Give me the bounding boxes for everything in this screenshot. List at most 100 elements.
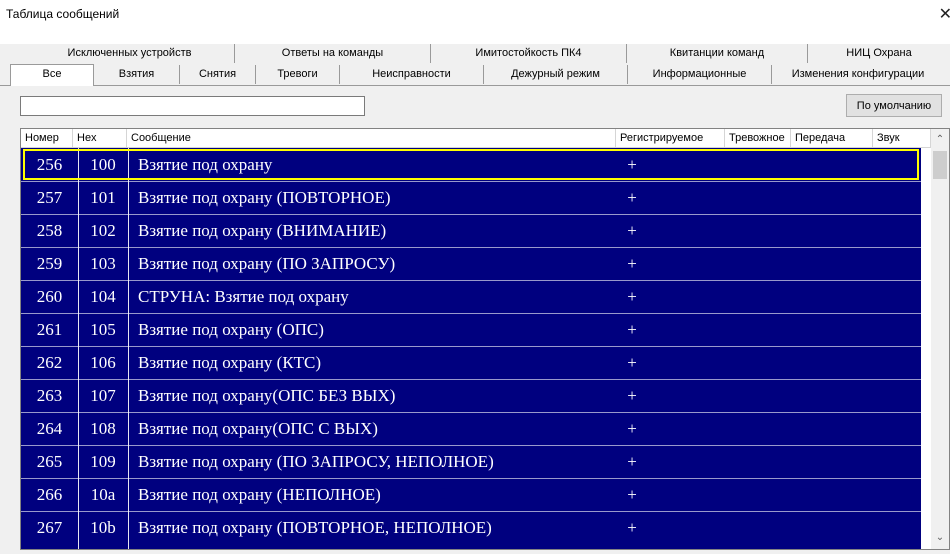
cell-message: Взятие под охрану (ОПС) xyxy=(138,320,324,339)
row-divider xyxy=(21,412,921,413)
table-row[interactable]: 257 101 Взятие под охрану (ПОВТОРНОЕ) + xyxy=(21,181,921,214)
scroll-thumb[interactable] xyxy=(933,151,947,179)
cell-hex: 10b xyxy=(90,518,116,537)
table-row[interactable]: 260 104 СТРУНА: Взятие под охрану + xyxy=(21,280,921,313)
cell-message: Взятие под охрану (ВНИМАНИЕ) xyxy=(138,221,387,240)
cell-number: 265 xyxy=(36,452,63,471)
tab-row-1: Исключенных устройств Ответы на команды … xyxy=(0,44,950,64)
tab-command-receipts[interactable]: Квитанции команд xyxy=(627,44,808,63)
table-row[interactable]: 266 10a Взятие под охрану (НЕПОЛНОЕ) + xyxy=(21,478,921,511)
tab-informational[interactable]: Информационные xyxy=(628,65,772,84)
chevron-up-icon[interactable]: ⌃ xyxy=(931,131,949,148)
col-number[interactable]: Номер xyxy=(21,129,73,147)
cell-number: 256 xyxy=(36,155,63,174)
table-row[interactable]: 265 109 Взятие под охрану (ПО ЗАПРОСУ, НЕП… xyxy=(21,445,921,478)
cell-number: 263 xyxy=(36,386,63,405)
cell-number: 264 xyxy=(36,419,63,438)
table-row[interactable]: 256 100 Взятие под охрану + xyxy=(21,148,921,181)
tab-duty-mode[interactable]: Дежурный режим xyxy=(484,65,628,84)
cell-number: 262 xyxy=(36,353,63,372)
tab-all[interactable]: Все xyxy=(10,64,94,86)
cell-registered: + xyxy=(627,221,637,240)
col-registered[interactable]: Регистрируемое xyxy=(616,129,725,147)
tab-arming[interactable]: Взятия xyxy=(94,65,180,84)
table-header: Номер Hex Сообщение Регистрируемое Трево… xyxy=(21,129,931,148)
cell-message: Взятие под охрану (НЕПОЛНОЕ) xyxy=(138,485,381,504)
tab-excluded-devices[interactable]: Исключенных устройств xyxy=(25,44,235,63)
cell-registered: + xyxy=(627,485,637,504)
row-divider xyxy=(21,346,921,347)
table-row[interactable]: 259 103 Взятие под охрану (ПО ЗАПРОСУ) + xyxy=(21,247,921,280)
cell-number: 261 xyxy=(36,320,63,339)
cell-registered: + xyxy=(627,452,637,471)
cell-hex: 108 xyxy=(90,419,116,438)
messages-table: Номер Hex Сообщение Регистрируемое Трево… xyxy=(20,128,950,550)
cell-registered: + xyxy=(627,386,637,405)
cell-registered: + xyxy=(627,287,637,306)
cell-number: 266 xyxy=(36,485,63,504)
cell-registered: + xyxy=(627,518,637,537)
table-row[interactable]: 264 108 Взятие под охрану(ОПС С ВЫХ) + xyxy=(21,412,921,445)
tab-command-responses[interactable]: Ответы на команды xyxy=(235,44,431,63)
cell-hex: 101 xyxy=(90,188,116,207)
cell-hex: 107 xyxy=(90,386,116,405)
table-row[interactable]: 261 105 Взятие под охрану (ОПС) + xyxy=(21,313,921,346)
cell-message: Взятие под охрану xyxy=(138,155,273,174)
tab-config-changes[interactable]: Изменения конфигурации xyxy=(772,65,944,84)
default-button[interactable]: По умолчанию xyxy=(846,94,942,117)
table-row[interactable]: 267 10b Взятие под охрану (ПОВТОРНОЕ, НЕПО… xyxy=(21,511,921,544)
cell-number: 257 xyxy=(36,188,63,207)
window-title: Таблица сообщений xyxy=(6,7,120,21)
row-divider xyxy=(21,313,921,314)
table-row[interactable]: 262 106 Взятие под охрану (КТС) + xyxy=(21,346,921,379)
row-divider xyxy=(21,511,921,512)
cell-hex: 10a xyxy=(90,485,116,504)
cell-hex: 105 xyxy=(90,320,116,339)
tab-faults[interactable]: Неисправности xyxy=(340,65,484,84)
cell-hex: 104 xyxy=(90,287,116,306)
cell-message: Взятие под охрану (ПО ЗАПРОСУ) xyxy=(138,254,396,273)
chevron-down-icon[interactable]: ⌄ xyxy=(931,529,949,546)
row-divider xyxy=(21,445,921,446)
cell-number: 267 xyxy=(36,518,63,537)
row-divider xyxy=(21,280,921,281)
tab-pk4-resistance[interactable]: Имитостойкость ПК4 xyxy=(431,44,627,63)
cell-hex: 103 xyxy=(90,254,116,273)
tab-nic-okhrana[interactable]: НИЦ Охрана xyxy=(808,44,950,63)
cell-number: 258 xyxy=(36,221,63,240)
cell-message: Взятие под охрану (КТС) xyxy=(138,353,322,372)
table-row[interactable]: 258 102 Взятие под охрану (ВНИМАНИЕ) + xyxy=(21,214,921,247)
col-transmit[interactable]: Передача xyxy=(791,129,873,147)
cell-hex: 100 xyxy=(90,155,116,174)
vertical-scrollbar[interactable]: ⌃ ⌄ xyxy=(931,129,949,549)
row-divider xyxy=(21,181,921,182)
col-hex[interactable]: Hex xyxy=(73,129,127,147)
row-divider xyxy=(21,214,921,215)
row-divider xyxy=(21,478,921,479)
table-body: 256 100 Взятие под охрану +257 101 Взятие под… xyxy=(21,148,921,549)
cell-registered: + xyxy=(627,254,637,273)
cell-registered: + xyxy=(627,353,637,372)
cell-message: Взятие под охрану (ПОВТОРНОЕ, НЕПОЛНОЕ) xyxy=(138,518,492,537)
cell-registered: + xyxy=(627,419,637,438)
col-message[interactable]: Сообщение xyxy=(127,129,616,147)
title-bar: Таблица сообщений ✕ xyxy=(0,0,950,30)
cell-message: Взятие под охрану(ОПС С ВЫХ) xyxy=(138,419,378,438)
cell-number: 260 xyxy=(36,287,63,306)
cell-hex: 102 xyxy=(90,221,116,240)
tab-content: По умолчанию Номер Hex Сообщение Регистр… xyxy=(0,88,950,554)
row-divider xyxy=(21,247,921,248)
close-icon[interactable]: ✕ xyxy=(939,4,950,24)
col-alarm[interactable]: Тревожное xyxy=(725,129,791,147)
cell-registered: + xyxy=(627,320,637,339)
col-sound[interactable]: Звук xyxy=(873,129,931,147)
tab-disarming[interactable]: Снятия xyxy=(180,65,256,84)
table-row[interactable]: 263 107 Взятие под охрану(ОПС БЕЗ ВЫХ) + xyxy=(21,379,921,412)
cell-number: 259 xyxy=(36,254,63,273)
tab-row-2: Все Взятия Снятия Тревоги Неисправности … xyxy=(0,64,950,86)
cell-registered: + xyxy=(627,155,637,174)
cell-message: Взятие под охрану (ПО ЗАПРОСУ, НЕПОЛНОЕ) xyxy=(138,452,494,471)
filter-input[interactable] xyxy=(20,96,365,116)
tab-alarms[interactable]: Тревоги xyxy=(256,65,340,84)
cell-message: СТРУНА: Взятие под охрану xyxy=(138,287,349,306)
